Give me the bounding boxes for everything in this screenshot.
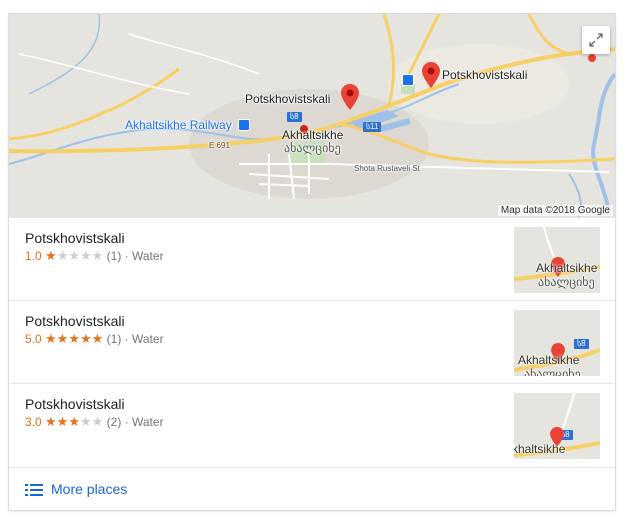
map-preview[interactable]: Potskhovistskali Potskhovistskali Akhalt…	[9, 14, 615, 217]
thumb-label-script: ახალციხე	[538, 275, 595, 289]
thumb-label: khaltsikhe	[514, 442, 566, 456]
map-base	[9, 14, 615, 217]
road-shield-11: ს11	[363, 122, 382, 132]
local-results-card: Potskhovistskali Potskhovistskali Akhalt…	[8, 13, 616, 511]
more-places-label[interactable]: More places	[51, 481, 127, 497]
map-label-railway: Akhaltsikhe Railway	[125, 118, 232, 132]
expand-icon	[589, 33, 603, 47]
map-attribution: Map data ©2018 Google	[497, 205, 613, 216]
train-station-icon	[402, 74, 414, 86]
rating-value: 5.0	[25, 332, 42, 346]
result-name[interactable]: Potskhovistskali	[25, 230, 125, 246]
result-meta: 1.0 ★★★★★ (1) · Water	[25, 248, 164, 264]
train-station-icon	[238, 119, 250, 131]
map-label-town: Akhaltsikhe	[282, 128, 344, 142]
road-label-e691: E 691	[209, 141, 230, 150]
rating-value: 3.0	[25, 415, 42, 429]
road-label-shota: Shota Rustaveli St	[354, 164, 420, 173]
map-pin-icon[interactable]	[341, 84, 359, 110]
star-rating: ★★★★★	[45, 414, 104, 429]
more-places-link[interactable]: More places	[9, 467, 615, 510]
map-label-pin1: Potskhovistskali	[245, 92, 331, 106]
result-meta: 5.0 ★★★★★ (1) · Water	[25, 331, 164, 347]
road-shield-8: ს8	[574, 339, 589, 349]
result-category: · Water	[124, 249, 164, 263]
rating-value: 1.0	[25, 249, 42, 263]
result-category: · Water	[124, 415, 164, 429]
expand-map-button[interactable]	[582, 26, 610, 54]
review-count: (1)	[106, 249, 122, 263]
thumb-label: Akhaltsikhe	[536, 261, 598, 275]
list-icon	[25, 484, 43, 496]
result-thumbnail[interactable]: Akhaltsikhe ახალციხე	[514, 227, 600, 293]
result-thumbnail[interactable]: ს8 Akhaltsikhe ახალციხე	[514, 310, 600, 376]
result-item[interactable]: Potskhovistskali 3.0 ★★★★★ (2) · Water ს…	[9, 383, 615, 467]
review-count: (1)	[106, 332, 122, 346]
result-thumbnail[interactable]: ს8 khaltsikhe	[514, 393, 600, 459]
result-category: · Water	[124, 332, 164, 346]
review-count: (2)	[106, 415, 122, 429]
star-rating: ★★★★★	[45, 248, 104, 263]
map-pin-icon[interactable]	[422, 62, 440, 88]
star-rating: ★★★★★	[45, 331, 104, 346]
result-name[interactable]: Potskhovistskali	[25, 396, 125, 412]
map-label-pin2: Potskhovistskali	[442, 68, 528, 82]
result-name[interactable]: Potskhovistskali	[25, 313, 125, 329]
road-shield-8: ს8	[287, 112, 302, 122]
map-label-town-script: ახალციხე	[284, 141, 341, 155]
result-item[interactable]: Potskhovistskali 5.0 ★★★★★ (1) · Water ს…	[9, 300, 615, 384]
thumb-label-script: ახალციხე	[524, 367, 581, 376]
thumb-label: Akhaltsikhe	[518, 353, 580, 367]
result-item[interactable]: Potskhovistskali 1.0 ★★★★★ (1) · Water A…	[9, 217, 615, 301]
result-meta: 3.0 ★★★★★ (2) · Water	[25, 414, 164, 430]
